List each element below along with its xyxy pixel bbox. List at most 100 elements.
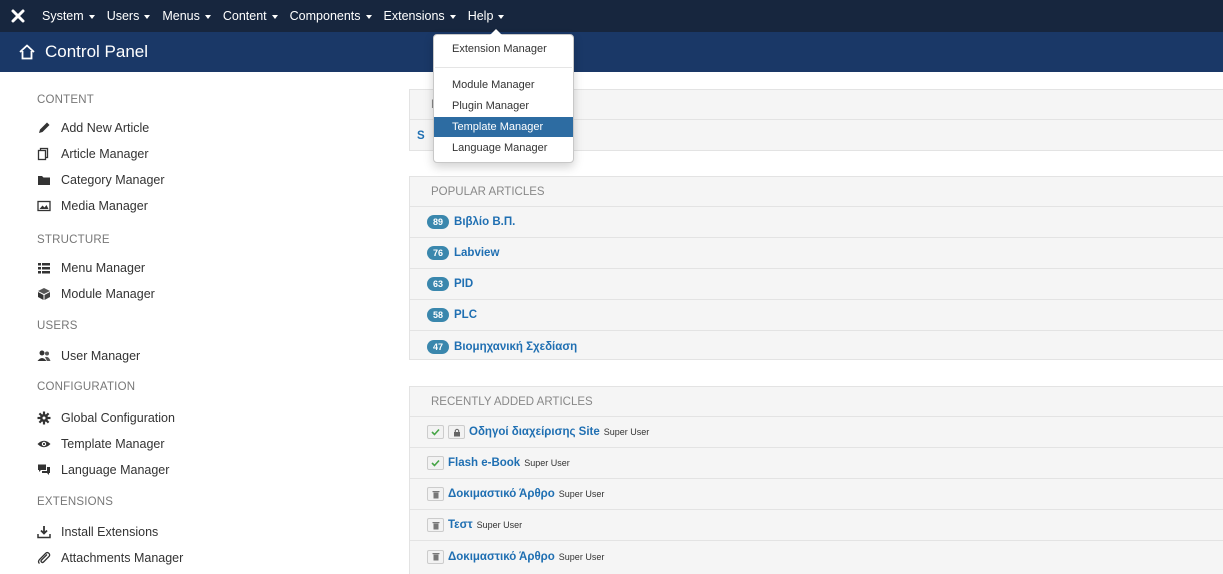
menu-label: Users bbox=[106, 9, 140, 23]
list-item: Δοκιμαστικό Άρθρο Super User bbox=[410, 479, 1223, 510]
article-link[interactable]: Τεστ bbox=[448, 519, 473, 531]
sidebar-item-user-manager[interactable]: User Manager bbox=[37, 349, 140, 363]
list-item: Δοκιμαστικό Άρθρο Super User bbox=[410, 541, 1223, 572]
hits-badge: 76 bbox=[427, 246, 450, 260]
trash-icon[interactable] bbox=[427, 518, 444, 532]
menu-system[interactable]: System bbox=[36, 0, 101, 32]
menu-extensions[interactable]: Extensions bbox=[378, 0, 462, 32]
dropdown-arrow bbox=[490, 29, 502, 35]
article-link[interactable]: Οδηγοί διαχείρισης Site bbox=[469, 426, 600, 438]
caret-down-icon bbox=[498, 15, 505, 19]
article-link[interactable]: Βιβλίο Β.Π. bbox=[454, 216, 515, 228]
hits-badge: 58 bbox=[427, 308, 450, 322]
author-name: Super User bbox=[603, 427, 650, 437]
section-heading-content: CONTENT bbox=[37, 94, 94, 106]
sidebar-item-template-manager[interactable]: Template Manager bbox=[37, 437, 165, 451]
sidebar-item-attachments-manager[interactable]: Attachments Manager bbox=[37, 551, 183, 565]
comments-icon bbox=[37, 463, 51, 477]
sidebar-item-article-manager[interactable]: Article Manager bbox=[37, 147, 149, 161]
cog-icon bbox=[37, 411, 51, 425]
list-item: 63 PID bbox=[410, 269, 1223, 300]
article-link[interactable]: PID bbox=[454, 278, 473, 290]
lock-icon[interactable] bbox=[448, 425, 465, 439]
sidebar-item-label: Category Manager bbox=[61, 173, 165, 187]
sidebar-item-category-manager[interactable]: Category Manager bbox=[37, 173, 165, 187]
list-item: 47 Βιομηχανική Σχεδίαση bbox=[410, 331, 1223, 362]
sidebar: CONTENT Add New Article Article Manager … bbox=[0, 72, 400, 574]
menu-label: Extensions bbox=[383, 9, 445, 23]
sidebar-item-global-configuration[interactable]: Global Configuration bbox=[37, 411, 175, 425]
hits-badge: 47 bbox=[427, 339, 450, 354]
article-link[interactable]: PLC bbox=[454, 309, 477, 321]
caret-down-icon bbox=[365, 15, 372, 19]
menu-content[interactable]: Content bbox=[217, 0, 284, 32]
top-navbar: System Users Menus Content Components Ex… bbox=[0, 0, 1223, 32]
sidebar-item-label: Menu Manager bbox=[61, 261, 146, 275]
panel-heading: RECENTLY ADDED ARTICLES bbox=[410, 387, 1223, 417]
menu-label: Menus bbox=[162, 9, 200, 23]
sidebar-item-label: Attachments Manager bbox=[61, 551, 184, 565]
article-link[interactable]: Δοκιμαστικό Άρθρο bbox=[448, 551, 555, 563]
sidebar-item-label: Add New Article bbox=[61, 121, 150, 135]
author-name: Super User bbox=[558, 551, 605, 562]
popular-articles-panel: POPULAR ARTICLES 89 Βιβλίο Β.Π. 76 Labvi… bbox=[409, 176, 1223, 360]
trash-icon[interactable] bbox=[427, 487, 444, 501]
dropdown-item-plugin-manager[interactable]: Plugin Manager bbox=[434, 96, 573, 116]
sidebar-item-label: User Manager bbox=[61, 349, 141, 363]
article-link[interactable]: Flash e-Book bbox=[448, 457, 520, 469]
list-item: 76 Labview bbox=[410, 238, 1223, 269]
eye-icon bbox=[37, 437, 51, 451]
pencil-icon bbox=[37, 121, 51, 135]
dropdown-item-template-manager[interactable]: Template Manager bbox=[434, 117, 573, 137]
section-heading-configuration: CONFIGURATION bbox=[37, 381, 136, 393]
caret-down-icon bbox=[271, 15, 278, 19]
hits-badge: 89 bbox=[427, 215, 450, 229]
author-name: Super User bbox=[524, 458, 570, 468]
extensions-dropdown-menu: Extension Manager Module Manager Plugin … bbox=[433, 29, 574, 163]
list-item: Οδηγοί διαχείρισης Site Super User bbox=[410, 417, 1223, 448]
sidebar-item-label: Install Extensions bbox=[61, 525, 159, 539]
recent-articles-panel: RECENTLY ADDED ARTICLES Οδηγοί διαχείρισ… bbox=[409, 386, 1223, 574]
sidebar-item-label: Media Manager bbox=[61, 199, 148, 213]
list-item: Flash e-Book Super User bbox=[410, 448, 1223, 479]
list-link[interactable]: S bbox=[417, 130, 425, 142]
sidebar-item-media-manager[interactable]: Media Manager bbox=[37, 199, 148, 213]
sidebar-item-install-extensions[interactable]: Install Extensions bbox=[37, 525, 158, 539]
folder-icon bbox=[37, 173, 51, 187]
list-item: Τεστ Super User bbox=[410, 510, 1223, 541]
sidebar-item-label: Global Configuration bbox=[61, 411, 175, 425]
trash-icon[interactable] bbox=[427, 549, 444, 564]
section-heading-users: USERS bbox=[37, 320, 78, 332]
menu-label: Components bbox=[289, 9, 361, 23]
sidebar-item-language-manager[interactable]: Language Manager bbox=[37, 463, 169, 477]
article-link[interactable]: Βιομηχανική Σχεδίαση bbox=[454, 341, 577, 353]
sidebar-item-module-manager[interactable]: Module Manager bbox=[37, 287, 155, 301]
sidebar-item-label: Template Manager bbox=[61, 437, 165, 451]
published-check-icon[interactable] bbox=[427, 456, 444, 470]
sidebar-item-add-new-article[interactable]: Add New Article bbox=[37, 121, 149, 135]
caret-down-icon bbox=[144, 15, 151, 19]
download-icon bbox=[37, 525, 51, 539]
article-link[interactable]: Labview bbox=[454, 247, 499, 259]
article-link[interactable]: Δοκιμαστικό Άρθρο bbox=[448, 488, 555, 500]
sidebar-item-label: Article Manager bbox=[61, 147, 149, 161]
menu-components[interactable]: Components bbox=[284, 0, 378, 32]
dropdown-divider bbox=[435, 67, 572, 68]
joomla-logo-icon[interactable] bbox=[0, 0, 36, 32]
list-item: 89 Βιβλίο Β.Π. bbox=[410, 207, 1223, 238]
dropdown-item-module-manager[interactable]: Module Manager bbox=[434, 75, 573, 95]
copy-icon bbox=[37, 147, 51, 161]
sidebar-item-menu-manager[interactable]: Menu Manager bbox=[37, 261, 145, 275]
page-title: Control Panel bbox=[45, 42, 149, 61]
menu-help[interactable]: Help bbox=[462, 0, 511, 32]
panel-heading: POPULAR ARTICLES bbox=[410, 177, 1223, 207]
menu-menus[interactable]: Menus bbox=[156, 0, 217, 32]
published-check-icon[interactable] bbox=[427, 425, 444, 439]
author-name: Super User bbox=[558, 489, 605, 499]
menu-users[interactable]: Users bbox=[101, 0, 157, 32]
dropdown-item-language-manager[interactable]: Language Manager bbox=[434, 138, 573, 158]
main-menu: System Users Menus Content Components Ex… bbox=[36, 0, 510, 32]
list-item: 58 PLC bbox=[410, 300, 1223, 331]
section-heading-structure: STRUCTURE bbox=[37, 234, 110, 246]
dropdown-item-extension-manager[interactable]: Extension Manager bbox=[434, 39, 573, 59]
